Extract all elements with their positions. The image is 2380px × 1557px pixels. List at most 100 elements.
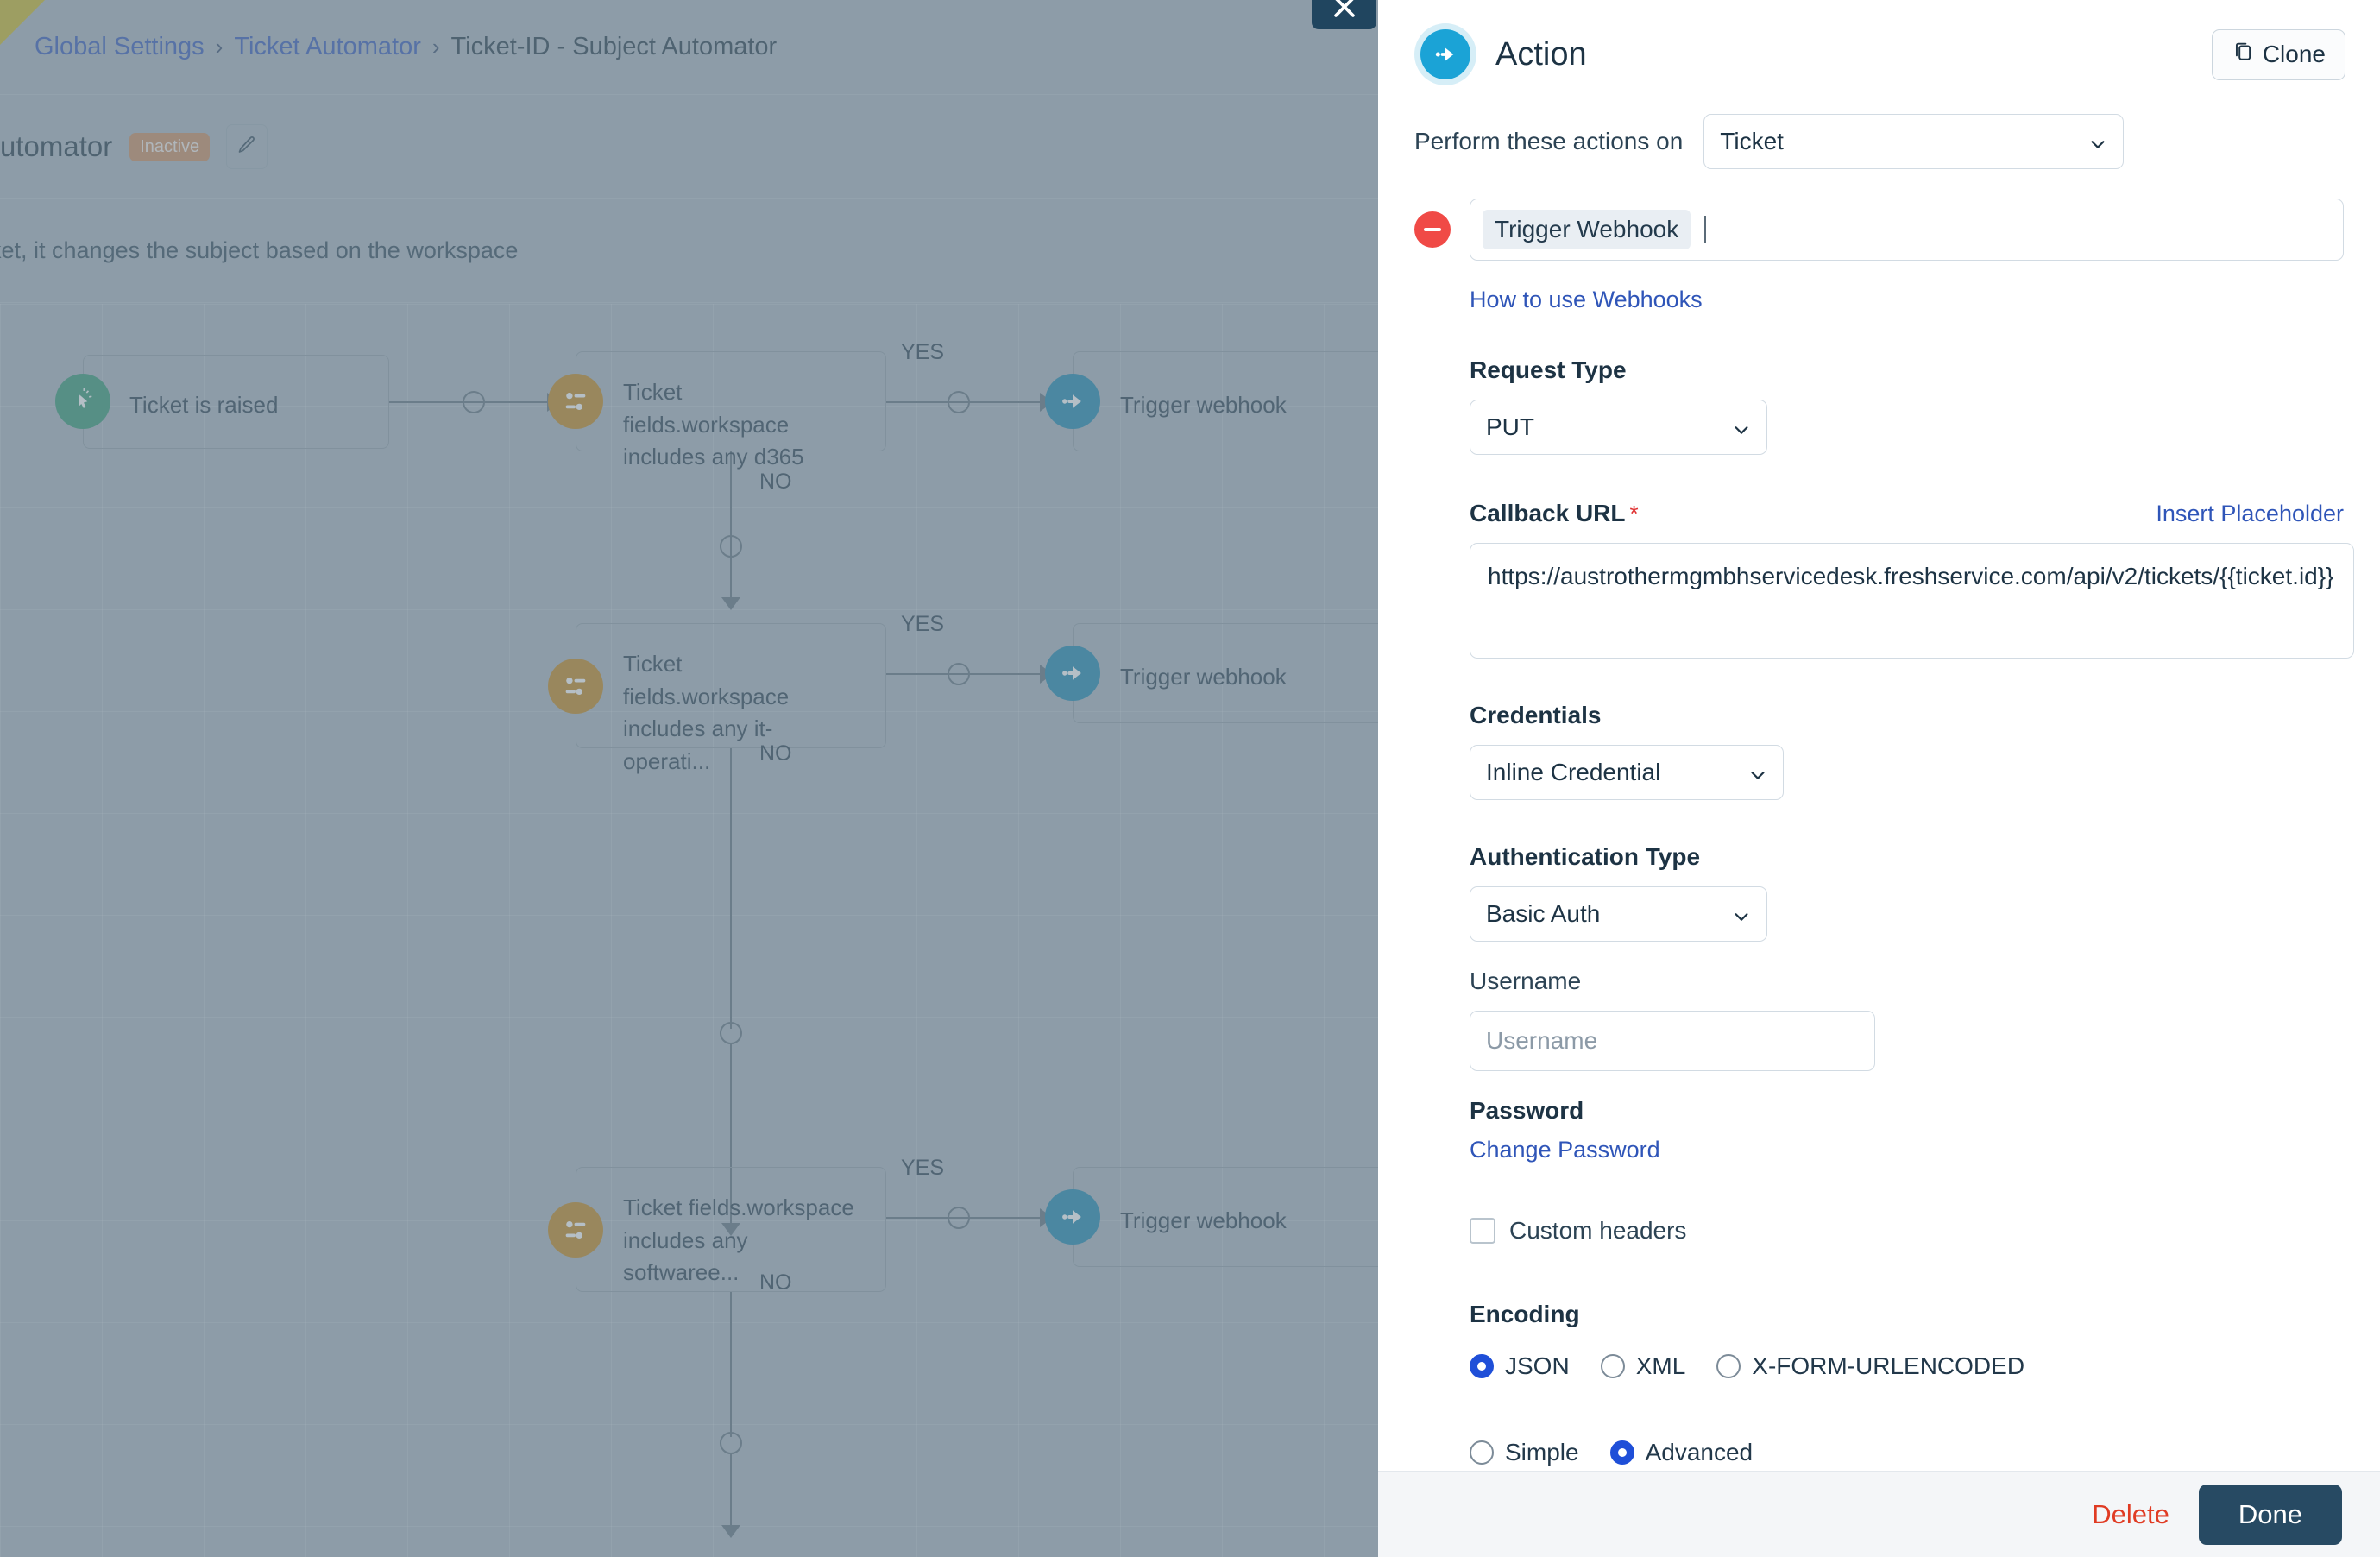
breadcrumb-item-ticket-automator[interactable]: Ticket Automator	[234, 33, 421, 61]
workflow-canvas[interactable]: Ticket is raised Ticket fields.workspace…	[0, 304, 1378, 1557]
credentials-value: Inline Credential	[1486, 759, 1661, 785]
trigger-icon	[55, 374, 110, 429]
edge-label-yes: YES	[901, 340, 945, 364]
delete-button[interactable]: Delete	[2092, 1499, 2169, 1530]
encoding-option-xform-label: X-FORM-URLENCODED	[1752, 1352, 2025, 1379]
action-avatar	[1414, 23, 1476, 85]
page-title: Automator	[0, 130, 113, 162]
edge-arrow-icon	[721, 597, 740, 610]
username-label: Username	[1470, 968, 1582, 994]
authentication-type-select[interactable]: Basic Auth	[1470, 886, 1767, 942]
callback-url-label: Callback URL	[1470, 500, 1626, 526]
change-password-link[interactable]: Change Password	[1470, 1137, 1660, 1163]
edit-button[interactable]	[226, 124, 268, 169]
edge-add-node-handle[interactable]	[948, 663, 970, 685]
action-type-field[interactable]: Trigger Webhook	[1470, 199, 2344, 261]
perform-actions-select[interactable]: Ticket	[1703, 114, 2125, 169]
background-app: Global Settings › Ticket Automator › Tic…	[0, 0, 1378, 1557]
breadcrumb-separator-icon: ›	[215, 34, 224, 60]
breadcrumb-separator-icon: ›	[431, 34, 440, 60]
edge-label-yes: YES	[901, 1156, 945, 1180]
mode-option-advanced[interactable]: Advanced	[1609, 1439, 1753, 1466]
drawer-body: Perform these actions on Ticket Trigger …	[1378, 90, 2380, 1471]
corner-accent	[0, 0, 45, 45]
encoding-option-xform[interactable]: X-FORM-URLENCODED	[1716, 1352, 2024, 1380]
encoding-label: Encoding	[1470, 1301, 1580, 1327]
chevron-down-icon	[2088, 132, 2107, 151]
edge-add-node-handle[interactable]	[463, 391, 485, 413]
close-drawer-button[interactable]	[1312, 0, 1376, 29]
radio-icon[interactable]	[1470, 1440, 1494, 1465]
chevron-down-icon	[1732, 418, 1751, 437]
action-token: Trigger Webhook	[1483, 210, 1691, 249]
authentication-type-value: Basic Auth	[1486, 900, 1601, 927]
edge-add-node-handle[interactable]	[720, 535, 742, 558]
close-icon	[1330, 0, 1359, 29]
workflow-node-action-2-label: Trigger webhook	[1120, 664, 1287, 690]
pencil-icon	[236, 135, 257, 160]
chevron-down-icon	[1748, 763, 1767, 782]
workflow-node-condition-3-label: Ticket fields.workspace includes any sof…	[623, 1195, 854, 1286]
required-marker: *	[1629, 501, 1639, 526]
request-type-select[interactable]: PUT	[1470, 400, 1767, 455]
request-type-value: PUT	[1486, 413, 1534, 440]
remove-action-button[interactable]	[1414, 211, 1451, 248]
edge-cond3-no-tail	[730, 1454, 732, 1532]
minus-circle-icon	[1424, 228, 1441, 231]
username-input[interactable]	[1470, 1011, 1875, 1071]
request-type-label: Request Type	[1470, 356, 1627, 383]
done-button[interactable]: Done	[2198, 1484, 2342, 1545]
perform-actions-label: Perform these actions on	[1414, 128, 1684, 154]
condition-icon	[548, 1202, 603, 1258]
edge-cond3-no	[730, 1292, 732, 1437]
clone-button[interactable]: Clone	[2211, 28, 2345, 80]
encoding-option-xml[interactable]: XML	[1600, 1352, 1686, 1380]
password-label: Password	[1470, 1097, 1584, 1124]
how-to-use-webhooks-link[interactable]: How to use Webhooks	[1470, 287, 1703, 313]
edge-add-node-handle[interactable]	[948, 391, 970, 413]
action-arrow-icon	[1420, 29, 1470, 79]
text-cursor	[1704, 216, 1707, 243]
encoding-option-xml-label: XML	[1635, 1352, 1686, 1379]
mode-option-simple-label: Simple	[1505, 1439, 1579, 1466]
radio-icon[interactable]	[1716, 1354, 1741, 1378]
mode-option-simple[interactable]: Simple	[1470, 1439, 1579, 1466]
automation-description: ket, it changes the subject based on the…	[0, 237, 519, 263]
clone-button-label: Clone	[2262, 41, 2326, 67]
credentials-select[interactable]: Inline Credential	[1470, 745, 1784, 800]
edge-add-node-handle[interactable]	[948, 1207, 970, 1229]
action-drawer: Action Clone Perform these actions on Ti…	[1378, 0, 2380, 1557]
mode-radio-group: Simple Advanced	[1470, 1439, 2344, 1466]
drawer-header: Action Clone	[1378, 0, 2380, 90]
status-badge: Inactive	[129, 132, 211, 161]
chevron-down-icon	[1732, 905, 1751, 923]
custom-headers-checkbox[interactable]	[1470, 1218, 1495, 1244]
action-icon	[1045, 646, 1100, 701]
edge-add-node-handle[interactable]	[720, 1432, 742, 1454]
custom-headers-label: Custom headers	[1509, 1217, 1687, 1244]
custom-headers-row[interactable]: Custom headers	[1470, 1217, 2344, 1245]
radio-icon[interactable]	[1470, 1354, 1494, 1378]
edge-arrow-icon	[721, 1525, 740, 1538]
encoding-option-json-label: JSON	[1505, 1352, 1570, 1379]
encoding-radio-group: JSON XML X-FORM-URLENCODED	[1470, 1352, 2344, 1380]
action-token-row: Trigger Webhook	[1414, 199, 2344, 261]
drawer-title: Action	[1495, 35, 1587, 72]
insert-placeholder-link[interactable]: Insert Placeholder	[2156, 501, 2344, 527]
perform-actions-row: Perform these actions on Ticket	[1414, 114, 2344, 169]
callback-url-textarea[interactable]: https://austrothermgmbhservicedesk.fresh…	[1470, 543, 2354, 659]
radio-icon[interactable]	[1600, 1354, 1625, 1378]
authentication-type-label: Authentication Type	[1470, 843, 1701, 870]
breadcrumb-item-global-settings[interactable]: Global Settings	[35, 33, 205, 61]
breadcrumb: Global Settings › Ticket Automator › Tic…	[0, 0, 1378, 95]
condition-icon	[548, 374, 603, 429]
action-icon	[1045, 374, 1100, 429]
radio-icon[interactable]	[1609, 1440, 1634, 1465]
encoding-option-json[interactable]: JSON	[1470, 1352, 1570, 1380]
callback-url-label-row: Callback URL * Insert Placeholder	[1414, 500, 2344, 527]
edge-cond2-no	[730, 748, 732, 1029]
perform-actions-value: Ticket	[1720, 128, 1784, 154]
workflow-node-action-1-label: Trigger webhook	[1120, 392, 1287, 418]
edge-add-node-handle[interactable]	[720, 1022, 742, 1044]
workflow-node-action-3-label: Trigger webhook	[1120, 1207, 1287, 1233]
